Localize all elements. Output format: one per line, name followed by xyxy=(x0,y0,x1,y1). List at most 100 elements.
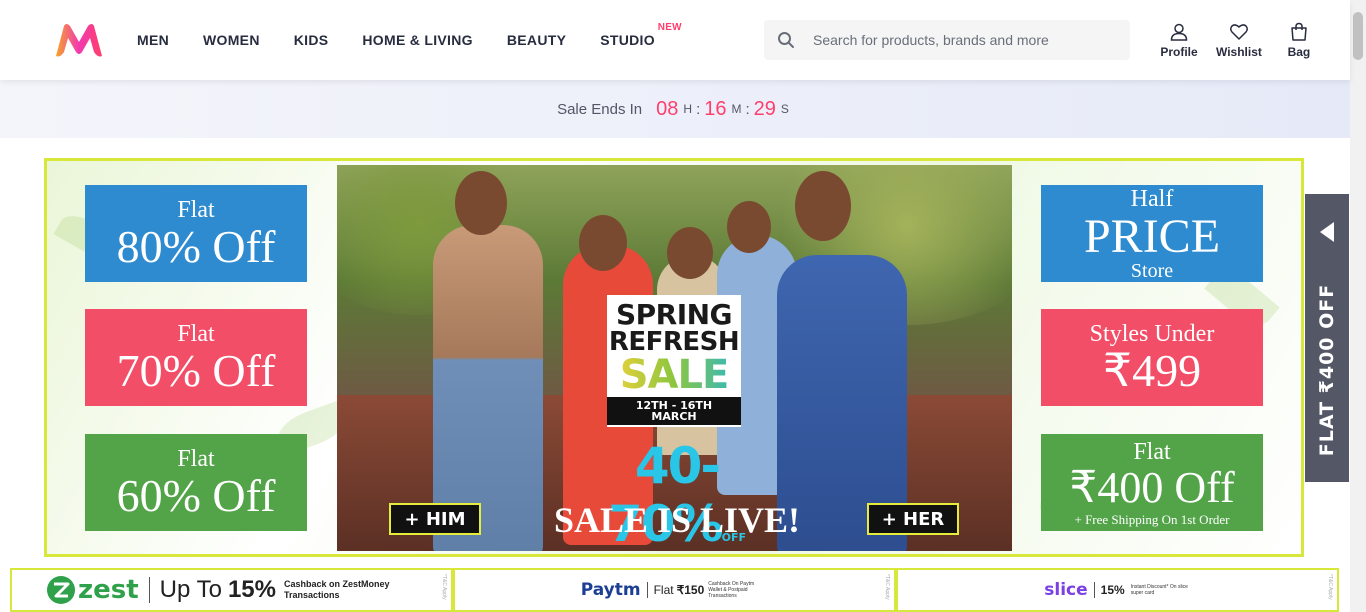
nav-home-living-label: HOME & LIVING xyxy=(362,32,473,48)
tile-line2: ₹400 Off xyxy=(1069,462,1235,512)
offer-tile-flat-400[interactable]: Flat ₹400 Off + Free Shipping On 1st Ord… xyxy=(1041,434,1263,531)
bank-offers-strip: zest Up To 15% Cashback on ZestMoney Tra… xyxy=(10,568,1339,612)
nav-men-label: MEN xyxy=(137,32,170,48)
paytm-brand: Paytm xyxy=(580,580,641,600)
header-actions: Profile Wishlist Bag xyxy=(1158,22,1336,59)
timer-seconds-unit: S xyxy=(780,102,789,116)
tile-line3: + Free Shipping On 1st Order xyxy=(1074,511,1230,527)
timer-separator: : xyxy=(745,100,750,118)
scrollbar-thumb[interactable] xyxy=(1353,12,1363,60)
campaign-photo[interactable]: SPRING REFRESH SALE 12TH - 16TH MARCH 40… xyxy=(337,165,1012,551)
offer-tile-flat-80[interactable]: Flat 80% Off xyxy=(85,185,307,282)
timer-seconds: 29 xyxy=(753,97,776,120)
profile-label: Profile xyxy=(1160,45,1198,59)
offer-terms: *T&C Apply xyxy=(441,574,447,600)
hero-banner[interactable]: Flat 80% Off Flat 70% Off Flat 60% Off S… xyxy=(44,158,1304,557)
main-nav: MEN WOMEN KIDS HOME & LIVING BEAUTY STUD… xyxy=(120,0,682,80)
timer-minutes-unit: M xyxy=(731,102,742,116)
offer-zest[interactable]: zest Up To 15% Cashback on ZestMoney Tra… xyxy=(10,568,453,612)
offer-tile-flat-70[interactable]: Flat 70% Off xyxy=(85,309,307,406)
tile-line1: Flat xyxy=(177,196,215,223)
timer-separator: : xyxy=(696,100,701,118)
model-head xyxy=(667,227,713,279)
search-bar[interactable] xyxy=(764,20,1130,60)
flat-offer-side-tab[interactable]: FLAT ₹400 OFF xyxy=(1305,194,1349,482)
myntra-logo[interactable] xyxy=(54,22,104,58)
nav-studio[interactable]: STUDIO NEW xyxy=(583,22,681,48)
offer-terms: *T&C Apply xyxy=(884,574,890,600)
bag-button[interactable]: Bag xyxy=(1278,22,1320,59)
model-head xyxy=(727,201,771,253)
sale-ends-label: Sale Ends In xyxy=(557,100,643,118)
divider xyxy=(148,577,150,603)
tile-line1: Flat xyxy=(177,320,215,347)
offer-detail: Instant Discount* On slice super card xyxy=(1130,584,1188,596)
profile-button[interactable]: Profile xyxy=(1158,22,1200,59)
bag-icon xyxy=(1291,22,1307,41)
wishlist-label: Wishlist xyxy=(1216,45,1262,59)
offer-detail: Cashback on ZestMoney Transactions xyxy=(283,579,390,600)
campaign-dates: 12TH - 16TH MARCH xyxy=(607,397,741,425)
offer-text: Flat xyxy=(653,583,674,597)
profile-icon xyxy=(1170,23,1188,41)
offer-paytm[interactable]: Paytm Flat ₹150 Cashback On Paytm Wallet… xyxy=(453,568,896,612)
nav-home-living[interactable]: HOME & LIVING xyxy=(345,32,489,48)
zest-brand: zest xyxy=(78,575,139,605)
nav-women[interactable]: WOMEN xyxy=(186,32,277,48)
offer-tile-flat-60[interactable]: Flat 60% Off xyxy=(85,434,307,531)
nav-women-label: WOMEN xyxy=(203,32,260,48)
new-badge: NEW xyxy=(657,22,682,33)
nav-beauty-label: BEAUTY xyxy=(506,32,567,48)
tile-line1: Styles Under xyxy=(1089,320,1215,347)
tile-line1: Flat xyxy=(1133,438,1171,465)
side-tab-text: FLAT ₹400 OFF xyxy=(1305,280,1349,460)
nav-beauty[interactable]: BEAUTY xyxy=(490,32,583,48)
offer-amount: ₹150 xyxy=(676,583,705,597)
nav-kids-label: KIDS xyxy=(293,32,329,48)
tile-line2: 70% Off xyxy=(116,344,276,396)
slice-brand: slice xyxy=(1044,580,1088,600)
campaign-logo-card: SPRING REFRESH SALE 12TH - 16TH MARCH xyxy=(607,295,741,427)
model-head xyxy=(579,215,627,271)
nav-kids[interactable]: KIDS xyxy=(277,32,346,48)
nav-men[interactable]: MEN xyxy=(120,32,186,48)
sale-timer-strip: Sale Ends In 08 H : 16 M : 29 S xyxy=(0,80,1350,138)
timer-minutes: 16 xyxy=(704,97,727,120)
divider xyxy=(646,582,648,598)
tile-line2: 60% Off xyxy=(116,469,276,521)
tile-line2: ₹499 xyxy=(1102,344,1202,396)
shop-him-button[interactable]: + HIM xyxy=(389,503,481,535)
shop-her-button[interactable]: + HER xyxy=(867,503,959,535)
offer-amount: 15% xyxy=(227,576,276,603)
offer-text: Up To xyxy=(159,576,222,603)
tile-line2: 80% Off xyxy=(116,220,276,272)
campaign-headline: SALE IS LIVE! xyxy=(553,500,801,540)
page-scrollbar[interactable] xyxy=(1350,0,1366,612)
campaign-line1: SPRING xyxy=(615,298,733,331)
model-head xyxy=(795,171,851,241)
tile-line1: Flat xyxy=(177,445,215,472)
offer-slice[interactable]: slice 15% Instant Discount* On slice sup… xyxy=(896,568,1339,612)
wishlist-button[interactable]: Wishlist xyxy=(1216,22,1262,59)
bag-label: Bag xyxy=(1287,45,1311,59)
timer-hours-unit: H xyxy=(683,102,693,116)
top-header: MEN WOMEN KIDS HOME & LIVING BEAUTY STUD… xyxy=(0,0,1350,80)
tile-line1: Half xyxy=(1130,185,1174,212)
heart-icon xyxy=(1229,24,1248,40)
offer-tile-styles-under[interactable]: Styles Under ₹499 xyxy=(1041,309,1263,406)
zest-logo-icon xyxy=(47,576,75,604)
chevron-left-icon xyxy=(1320,222,1334,242)
tile-line2: PRICE xyxy=(1083,209,1221,263)
search-input[interactable] xyxy=(813,32,1113,48)
model-head xyxy=(455,171,507,235)
offer-tile-half-price[interactable]: Half PRICE Store xyxy=(1041,185,1263,282)
nav-studio-label: STUDIO xyxy=(600,32,655,48)
offer-detail: Cashback On Paytm Wallet & Postpaid Tran… xyxy=(708,581,755,599)
side-tab-label: FLAT ₹400 OFF xyxy=(1316,283,1338,457)
divider xyxy=(1093,582,1095,598)
offer-terms: *T&C Apply xyxy=(1327,574,1333,600)
campaign-line3: SALE xyxy=(607,355,741,395)
tile-line3: Store xyxy=(1130,259,1174,282)
search-icon xyxy=(778,32,794,48)
offer-amount: 15% xyxy=(1100,583,1125,597)
